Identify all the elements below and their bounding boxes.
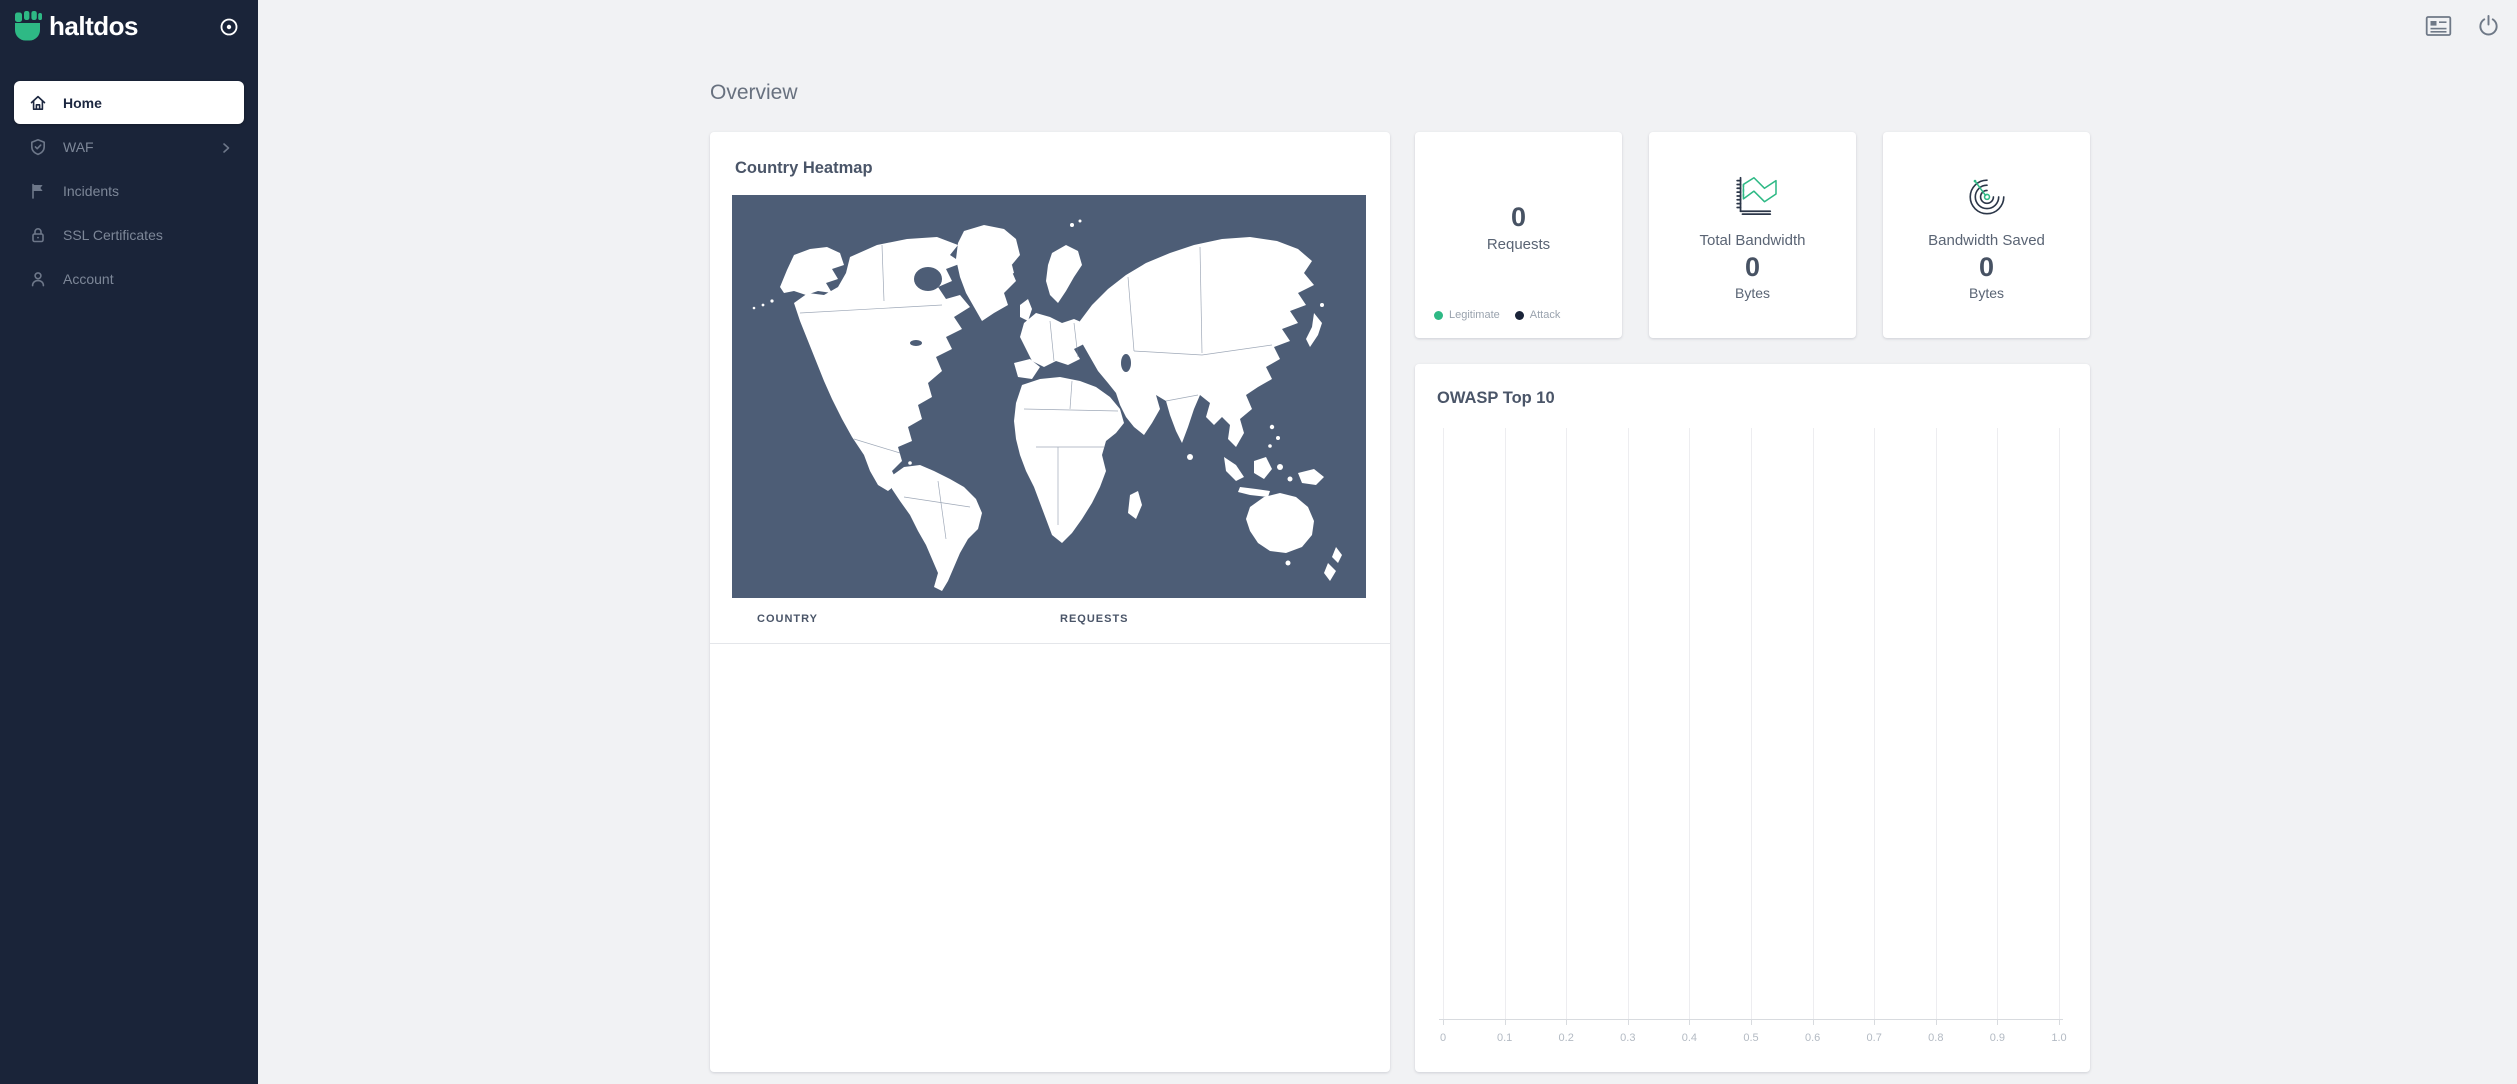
legend-item-attack: Attack xyxy=(1515,309,1561,321)
main-content: Overview Country Heatmap xyxy=(258,0,2517,1084)
area-chart-icon xyxy=(1726,172,1780,218)
world-map-svg xyxy=(732,195,1366,598)
requests-label: Requests xyxy=(1415,236,1622,253)
lock-icon xyxy=(29,226,47,244)
region-scandinavia xyxy=(1046,245,1082,303)
requests-value: 0 xyxy=(1415,132,1622,233)
power-logout-icon[interactable] xyxy=(2477,14,2500,37)
x-tick-label: 0.7 xyxy=(1867,1032,1882,1044)
chevron-right-icon xyxy=(220,141,232,153)
sidebar-item-waf[interactable]: WAF xyxy=(14,125,244,168)
sidebar-item-label: Incidents xyxy=(63,183,119,199)
legend-item-legitimate: Legitimate xyxy=(1434,309,1500,321)
column-header-requests: REQUESTS xyxy=(1060,613,1129,625)
owasp-card-title: OWASP Top 10 xyxy=(1437,389,1555,408)
page-title: Overview xyxy=(710,0,2090,105)
bandwidth-saved-value: 0 xyxy=(1979,252,1994,283)
total-bandwidth-label: Total Bandwidth xyxy=(1700,232,1806,249)
news-card-icon[interactable] xyxy=(2425,15,2452,37)
radar-spiral-icon xyxy=(1964,172,2010,218)
sidebar-item-account[interactable]: Account xyxy=(14,257,244,300)
x-tick-label: 0 xyxy=(1440,1032,1446,1044)
world-map xyxy=(732,195,1366,598)
region-africa xyxy=(1014,377,1124,543)
x-tick-label: 0.2 xyxy=(1559,1032,1574,1044)
x-tick-label: 0.3 xyxy=(1620,1032,1635,1044)
x-tick-label: 0.1 xyxy=(1497,1032,1512,1044)
legitimate-dot-icon xyxy=(1434,311,1443,320)
owasp-top10-card: OWASP Top 10 xyxy=(1415,364,2090,1072)
logo-row: haltdos xyxy=(0,0,258,42)
owasp-empty-chart: 0 0.1 0.2 0.3 0.4 0.5 0.6 0.7 0.8 0.9 1.… xyxy=(1443,428,2059,1020)
country-heatmap-card: Country Heatmap xyxy=(710,132,1390,1072)
requests-stat-card: 0 Requests Legitimate Attack xyxy=(1415,132,1622,338)
home-icon xyxy=(29,94,47,112)
sidebar-toggle-target-icon[interactable] xyxy=(216,14,242,40)
stats-row: 0 Requests Legitimate Attack xyxy=(1415,132,2090,338)
bandwidth-saved-label: Bandwidth Saved xyxy=(1928,232,2045,249)
sidebar-item-label: WAF xyxy=(63,139,94,155)
region-australia xyxy=(1246,493,1314,553)
sidebar-item-label: SSL Certificates xyxy=(63,227,163,243)
region-japan xyxy=(1306,313,1322,347)
total-bandwidth-unit: Bytes xyxy=(1735,285,1770,301)
sidebar-item-label: Account xyxy=(63,271,114,287)
attack-dot-icon xyxy=(1515,311,1524,320)
brand-name: haltdos xyxy=(49,11,216,42)
sidebar-item-ssl-certificates[interactable]: SSL Certificates xyxy=(14,213,244,256)
total-bandwidth-stat-card: Total Bandwidth 0 Bytes xyxy=(1649,132,1856,338)
x-tick-label: 1.0 xyxy=(2051,1032,2066,1044)
content-column: Overview Country Heatmap xyxy=(710,0,2090,1072)
heatmap-table-header: COUNTRY REQUESTS xyxy=(710,598,1390,644)
heatmap-card-title: Country Heatmap xyxy=(735,159,873,178)
flag-icon xyxy=(29,182,47,200)
bandwidth-saved-stat-card: Bandwidth Saved 0 Bytes xyxy=(1883,132,2090,338)
sidebar-item-incidents[interactable]: Incidents xyxy=(14,169,244,212)
region-madagascar xyxy=(1128,491,1142,519)
column-header-country: COUNTRY xyxy=(757,613,818,625)
shield-check-icon xyxy=(29,138,47,156)
sidebar-item-home[interactable]: Home xyxy=(14,81,244,124)
user-icon xyxy=(29,270,47,288)
sidebar-nav: Home WAF Incident xyxy=(0,81,258,300)
x-tick-label: 0.4 xyxy=(1682,1032,1697,1044)
right-column: 0 Requests Legitimate Attack xyxy=(1415,132,2090,1072)
requests-legend: Legitimate Attack xyxy=(1434,309,1560,321)
bandwidth-saved-unit: Bytes xyxy=(1969,285,2004,301)
x-tick-label: 0.8 xyxy=(1928,1032,1943,1044)
region-south-america xyxy=(890,465,982,591)
total-bandwidth-value: 0 xyxy=(1745,252,1760,283)
x-tick-label: 0.5 xyxy=(1743,1032,1758,1044)
x-tick-label: 0.9 xyxy=(1990,1032,2005,1044)
sidebar-item-label: Home xyxy=(63,95,102,111)
x-tick-label: 0.6 xyxy=(1805,1032,1820,1044)
topbar-actions xyxy=(2425,14,2500,37)
legend-label: Legitimate xyxy=(1449,309,1500,321)
haltdos-fist-logo-icon xyxy=(13,11,42,42)
sidebar: haltdos Home WAF xyxy=(0,0,258,1084)
legend-label: Attack xyxy=(1530,309,1561,321)
haltdos-dashboard: { "brand": { "name": "haltdos" }, "sideb… xyxy=(0,0,2517,1084)
region-alaska xyxy=(780,247,844,295)
